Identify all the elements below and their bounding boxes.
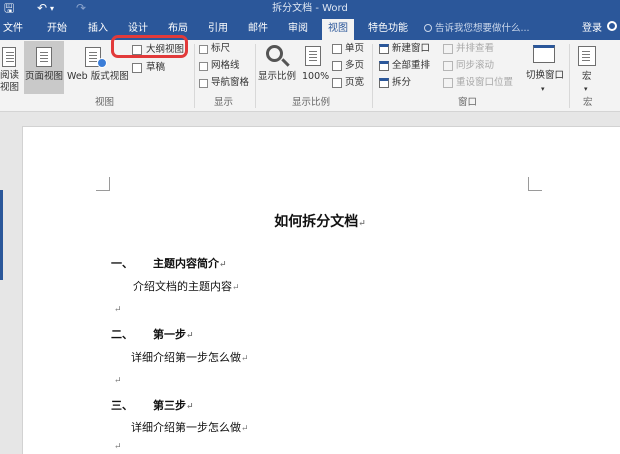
page-corner-mark [96, 177, 110, 191]
arrange-all-button[interactable]: 全部重排 [392, 60, 430, 72]
paragraph-mark: ↵ [358, 219, 366, 229]
switch-windows-button[interactable]: 切换窗口 [526, 70, 564, 82]
paragraph-mark: ↵ [232, 283, 240, 293]
paragraph-mark: ↵ [219, 260, 227, 270]
zoom-button[interactable]: 显示比例 [258, 71, 296, 83]
ruler-label: 标尺 [211, 43, 231, 54]
window-group-label: 窗口 [458, 97, 478, 108]
outline-view-button[interactable]: 大纲视图 [146, 44, 184, 56]
section-number: 一、 [111, 257, 133, 270]
paragraph-mark: ↵ [186, 402, 194, 412]
section-number: 二、 [111, 328, 133, 341]
paragraph-mark: ↵ [114, 305, 122, 315]
draft-icon[interactable] [132, 63, 142, 73]
chevron-down-icon[interactable]: ▾ [541, 83, 545, 95]
paragraph-mark: ↵ [241, 354, 249, 364]
tab-layout[interactable]: 布局 [168, 21, 188, 36]
gridlines-checkbox[interactable] [199, 62, 208, 71]
tab-file[interactable]: 文件 [3, 21, 23, 36]
macros-button[interactable]: 宏 [582, 71, 592, 83]
title-bar: 🖫 ↶ ▾ ↷ 拆分文档 - Word [0, 0, 620, 17]
outline-view-icon[interactable] [132, 45, 142, 55]
tab-special-features[interactable]: 特色功能 [368, 21, 408, 36]
globe-icon [97, 58, 107, 68]
section-body[interactable]: 详细介绍第一步怎么做↵ [131, 349, 249, 365]
page-width-icon[interactable] [332, 78, 342, 88]
section-body[interactable]: 详细介绍第一步怎么做↵ [131, 419, 249, 435]
synchronous-scrolling-button: 同步滚动 [456, 60, 495, 71]
page-corner-mark [528, 177, 542, 191]
paragraph-mark: ↵ [114, 376, 122, 386]
multiple-pages-button[interactable]: 多页 [345, 60, 364, 72]
tell-me-search[interactable]: 告诉我您想要做什么... [424, 21, 530, 36]
window-edge [0, 190, 3, 280]
ribbon-view-panel: 阅读 视图 页面视图 Web 版式视图 大纲视图 草稿 视图 标尺 网格线 导航… [0, 35, 620, 112]
tab-design[interactable]: 设计 [128, 21, 148, 36]
tab-view[interactable]: 视图 [322, 19, 354, 40]
zoom-100-button[interactable]: 100% [302, 71, 329, 83]
paragraph-mark: ↵ [114, 442, 122, 452]
paragraph-mark: ↵ [186, 331, 194, 341]
views-group-label: 视图 [95, 97, 115, 108]
tab-mailings[interactable]: 邮件 [248, 21, 268, 36]
group-divider [255, 44, 256, 108]
page-width-button[interactable]: 页宽 [345, 77, 364, 89]
reset-window-position-icon [443, 78, 453, 88]
lightbulb-icon [424, 24, 432, 32]
reset-window-position-button: 重设窗口位置 [456, 77, 514, 88]
document-title[interactable]: 如何拆分文档↵ [0, 211, 620, 231]
group-divider [372, 44, 373, 108]
show-group-label: 显示 [214, 97, 234, 108]
macros-group-label: 宏 [583, 97, 593, 108]
read-mode-icon[interactable] [2, 47, 16, 67]
group-divider [569, 44, 570, 108]
new-window-button[interactable]: 新建窗口 [392, 43, 430, 55]
switch-windows-icon[interactable] [533, 45, 555, 63]
one-page-button[interactable]: 单页 [345, 43, 364, 55]
print-layout-icon [36, 47, 52, 67]
section-heading[interactable]: 第三步↵ [153, 397, 194, 413]
ruler-checkbox[interactable] [199, 45, 208, 54]
new-window-icon[interactable] [379, 44, 389, 54]
split-icon[interactable] [379, 78, 389, 88]
synchronous-scrolling-icon [443, 61, 453, 71]
paragraph-mark: ↵ [241, 424, 249, 434]
arrange-all-icon[interactable] [379, 61, 389, 71]
tab-home[interactable]: 开始 [47, 21, 67, 36]
gridlines-label: 网格线 [211, 60, 240, 71]
zoom-handle-icon [281, 58, 290, 67]
ribbon-tabs: 文件 开始 插入 设计 布局 引用 邮件 审阅 视图 特色功能 告诉我您想要做什… [0, 17, 620, 40]
section-number: 三、 [111, 399, 133, 412]
search-icon[interactable] [607, 21, 617, 31]
login-button[interactable]: 登录 [582, 21, 602, 36]
read-mode-label[interactable]: 阅读 [0, 70, 19, 82]
draft-button[interactable]: 草稿 [146, 62, 165, 74]
section-body[interactable]: 介绍文档的主题内容↵ [133, 278, 240, 294]
group-divider [194, 44, 195, 108]
multiple-pages-icon[interactable] [332, 61, 342, 71]
tab-references[interactable]: 引用 [208, 21, 228, 36]
one-page-icon[interactable] [332, 44, 342, 54]
zoom-100-icon[interactable] [305, 46, 321, 66]
section-heading[interactable]: 第一步↵ [153, 326, 194, 342]
tab-review[interactable]: 审阅 [288, 21, 308, 36]
tab-insert[interactable]: 插入 [88, 21, 108, 36]
web-layout-label[interactable]: Web 版式视图 [67, 71, 129, 83]
macros-icon[interactable] [578, 46, 596, 66]
split-button[interactable]: 拆分 [392, 77, 411, 89]
read-mode-label-2[interactable]: 视图 [0, 82, 19, 94]
view-side-by-side-button: 并排查看 [456, 43, 495, 54]
tell-me-placeholder: 告诉我您想要做什么... [435, 23, 530, 34]
chevron-down-icon[interactable]: ▾ [584, 83, 588, 95]
zoom-group-label: 显示比例 [292, 97, 331, 108]
window-title: 拆分文档 - Word [272, 3, 348, 14]
section-heading[interactable]: 主题内容简介↵ [153, 255, 227, 271]
side-by-side-icon [443, 44, 453, 54]
navigation-pane-label: 导航窗格 [211, 77, 250, 88]
navigation-pane-checkbox[interactable] [199, 79, 208, 88]
print-layout-label: 页面视图 [25, 71, 64, 82]
